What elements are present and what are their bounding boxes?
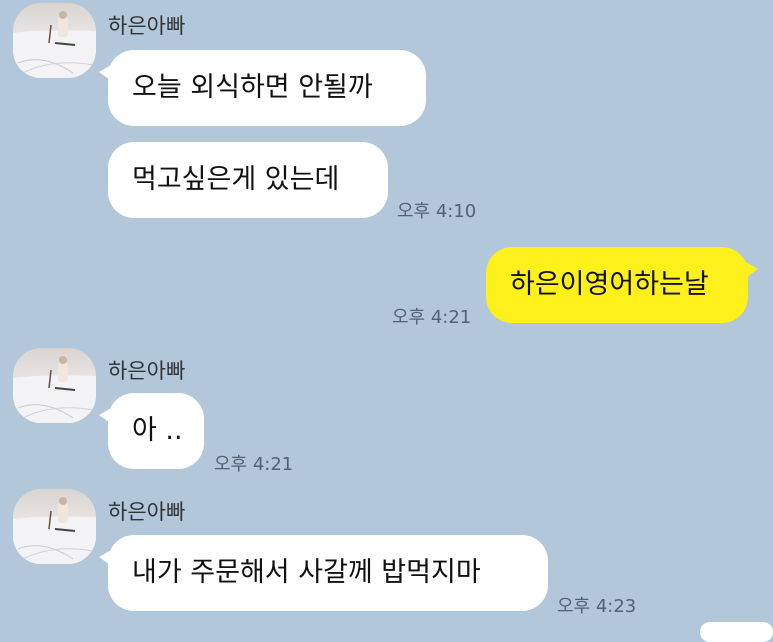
message-timestamp: 오후 4:21 — [392, 307, 472, 328]
sender-name: 하은아빠 — [108, 359, 186, 383]
avatar[interactable] — [13, 3, 96, 78]
avatar[interactable] — [13, 489, 96, 564]
my-message-bubble[interactable]: 하은이영어하는날 — [486, 247, 758, 323]
avatar[interactable] — [13, 348, 96, 423]
sender-name: 하은아빠 — [108, 14, 186, 38]
message-timestamp: 오후 4:23 — [557, 596, 637, 617]
message-bubble[interactable]: 오늘 외식하면 안될까 — [99, 50, 426, 126]
message-timestamp: 오후 4:21 — [214, 454, 294, 475]
message-bubble[interactable]: 아 .. — [99, 393, 204, 469]
message-bubble[interactable]: 내가 주문해서 사갈께 밥먹지마 — [99, 535, 548, 611]
message-bubble[interactable]: 먹고싶은게 있는데 — [108, 142, 388, 218]
message-timestamp: 오후 4:10 — [397, 201, 477, 222]
sender-name: 하은아빠 — [108, 500, 186, 524]
partial-message-bubble — [700, 622, 773, 642]
